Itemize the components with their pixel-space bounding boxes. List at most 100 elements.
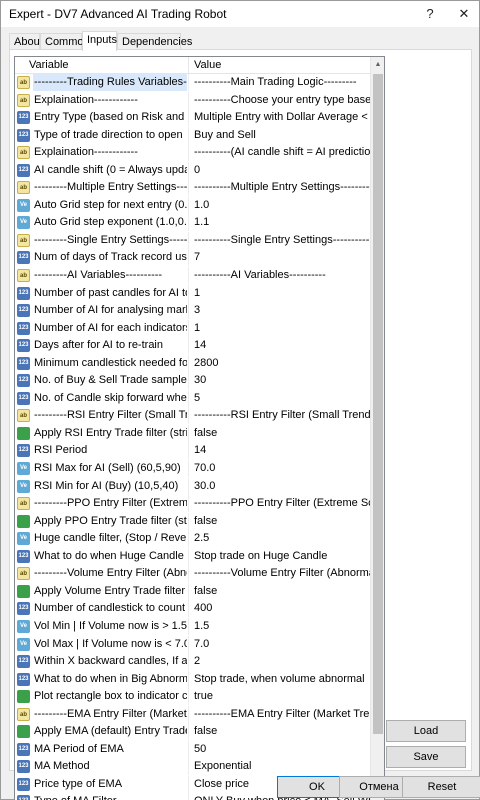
table-row[interactable]: Ve Vol Min | If Volume now is > 1.5x (by … xyxy=(15,617,370,636)
value-cell[interactable]: 7.0 xyxy=(189,636,370,653)
value-cell[interactable]: ----------EMA Entry Filter (Market Trend… xyxy=(189,706,370,723)
scroll-up-icon[interactable]: ▲ xyxy=(371,58,384,72)
variable-name-cell: Auto Grid step for next entry (0.5,0.5,1… xyxy=(34,198,187,211)
tab-about[interactable]: About xyxy=(9,33,43,50)
tab-common[interactable]: Common xyxy=(40,33,90,50)
table-row[interactable]: ab ---------AI Variables---------- -------… xyxy=(15,267,370,285)
table-row[interactable]: ab ---------EMA Entry Filter (Market Tren… xyxy=(15,705,370,724)
table-row[interactable]: 123 Days after for AI to re-train 14 xyxy=(15,337,370,355)
value-cell[interactable]: Multiple Entry with Dollar Average < HIG… xyxy=(189,109,370,126)
table-row[interactable]: Apply PPO Entry Trade filter (strictly f… xyxy=(15,512,370,531)
value-cell[interactable]: 1.5 xyxy=(189,618,370,635)
tab-dependencies[interactable]: Dependencies xyxy=(117,33,192,50)
tab-inputs[interactable]: Inputs xyxy=(82,31,117,51)
value-cell[interactable]: Exponential xyxy=(189,758,370,775)
column-divider[interactable] xyxy=(188,57,189,74)
table-row[interactable]: ab Explaination------------ ----------Choo… xyxy=(15,91,370,110)
value-cell[interactable]: ----------Multiple Entry Settings-------… xyxy=(189,179,370,196)
table-row[interactable]: 123 RSI Period 14 xyxy=(15,442,370,460)
load-button[interactable]: Load xyxy=(386,720,466,742)
integer-type-icon: 123 xyxy=(17,795,30,800)
table-row[interactable]: 123 AI candle shift (0 = Always update, 1… xyxy=(15,161,370,180)
value-cell[interactable]: 2800 xyxy=(189,355,370,372)
table-row[interactable]: 123 Num of days of Track record used by A… xyxy=(15,249,370,267)
value-cell[interactable]: ----------RSI Entry Filter (Small Trend)… xyxy=(189,407,370,424)
table-row[interactable]: 123 What to do when in Big Abnormal Vol..… xyxy=(15,670,370,689)
table-row[interactable]: 123 Minimum candlestick needed for back-.… xyxy=(15,354,370,373)
value-cell[interactable]: true xyxy=(189,688,370,705)
table-row[interactable]: Apply EMA (default) Entry Trade filter (… xyxy=(15,723,370,741)
value-cell[interactable]: 14 xyxy=(189,442,370,459)
value-cell[interactable]: ----------(AI candle shift = AI predicti… xyxy=(189,144,370,161)
table-row[interactable]: ab ---------Volume Entry Filter (Abnormal… xyxy=(15,565,370,583)
value-cell[interactable]: 1 xyxy=(189,320,370,337)
value-cell[interactable]: 1 xyxy=(189,285,370,302)
reset-button[interactable]: Reset xyxy=(402,776,480,798)
close-button[interactable]: ✕ xyxy=(453,4,475,24)
value-cell[interactable]: 30.0 xyxy=(189,478,370,495)
value-cell[interactable]: 2 xyxy=(189,653,370,670)
table-row[interactable]: Ve Huge candle filter, (Stop / Reverse) W… xyxy=(15,530,370,548)
table-row[interactable]: 123 No. of Candle skip forward when learn… xyxy=(15,389,370,408)
table-row[interactable]: 123 MA Period of EMA 50 xyxy=(15,740,370,759)
table-row[interactable]: Apply Volume Entry Trade filter (Stop tr… xyxy=(15,582,370,601)
value-cell[interactable]: ----------AI Variables---------- xyxy=(189,267,370,284)
value-cell[interactable]: false xyxy=(189,425,370,442)
integer-type-icon: 123 xyxy=(17,111,30,125)
column-header-value[interactable]: Value xyxy=(194,59,221,71)
value-cell[interactable]: 50 xyxy=(189,741,370,758)
table-row[interactable]: 123 What to do when Huge Candle comeStop … xyxy=(15,547,370,566)
table-row[interactable]: ab ---------Multiple Entry Settings-- ----… xyxy=(15,179,370,197)
table-row[interactable]: 123 No. of Buy & Sell Trade sample for AI… xyxy=(15,372,370,390)
table-row[interactable]: ab ---------RSI Entry Filter (Small Trend… xyxy=(15,407,370,425)
value-cell[interactable]: false xyxy=(189,723,370,740)
value-cell[interactable]: 3 xyxy=(189,302,370,319)
value-cell[interactable]: Buy and Sell xyxy=(189,127,370,144)
table-row[interactable]: Ve Vol Max | If Volume now is < 7.0x (by … xyxy=(15,635,370,654)
table-row[interactable]: Ve Auto Grid step for next entry (0.5,0.5… xyxy=(15,196,370,215)
column-header-variable[interactable]: Variable xyxy=(29,59,69,71)
table-row[interactable]: ab ---------PPO Entry Filter (Extreme Sca… xyxy=(15,495,370,513)
value-cell[interactable]: ----------Main Trading Logic--------- xyxy=(189,74,370,91)
value-cell[interactable]: ----------Single Entry Settings---------… xyxy=(189,232,370,249)
table-row[interactable]: ab Explaination------------ ----------(AI … xyxy=(15,144,370,162)
table-row[interactable]: 123 Type of trade direction to open Buy an… xyxy=(15,126,370,145)
value-cell[interactable]: ----------Choose your entry type based o… xyxy=(189,92,370,109)
value-cell[interactable]: Stop trade on Huge Candle xyxy=(189,548,370,565)
table-row[interactable]: Ve RSI Max for AI (Sell) (60,5,90) 70.0 xyxy=(15,460,370,478)
variable-name-cell: Apply PPO Entry Trade filter (strictly f… xyxy=(34,514,187,527)
value-cell[interactable]: 7 xyxy=(189,249,370,266)
table-row[interactable]: ab ---------Single Entry Settings----- ---… xyxy=(15,231,370,250)
value-cell[interactable]: 5 xyxy=(189,390,370,407)
help-button[interactable]: ? xyxy=(419,4,441,24)
value-cell[interactable]: Stop trade, when volume abnormal xyxy=(189,671,370,688)
save-button[interactable]: Save xyxy=(386,746,466,768)
integer-type-icon: 123 xyxy=(17,321,30,335)
table-row[interactable]: Ve Auto Grid step exponent (1.0,0.1,2) - … xyxy=(15,214,370,232)
table-row[interactable]: 123 MA Method Exponential xyxy=(15,758,370,776)
scrollbar-thumb[interactable] xyxy=(373,74,383,734)
value-cell[interactable]: ----------PPO Entry Filter (Extreme Scal… xyxy=(189,495,370,512)
value-cell[interactable]: 0 xyxy=(189,162,370,179)
value-cell[interactable]: 1.0 xyxy=(189,197,370,214)
value-cell[interactable]: 70.0 xyxy=(189,460,370,477)
table-row[interactable]: 123 Number of AI for each indicators (1,2… xyxy=(15,319,370,338)
table-row[interactable]: Plot rectangle box to indicator candles … xyxy=(15,688,370,706)
table-row[interactable]: 123 Number of past candles for AI to chec… xyxy=(15,284,370,303)
table-row[interactable]: ab ---------Trading Rules Variables- -----… xyxy=(15,74,370,92)
table-row[interactable]: 123 Within X backward candles, If any is … xyxy=(15,653,370,671)
value-cell[interactable]: 2.5 xyxy=(189,530,370,547)
value-cell[interactable]: 1.1 xyxy=(189,214,370,231)
value-cell[interactable]: 14 xyxy=(189,337,370,354)
table-row[interactable]: Ve RSI Min for AI (Buy) (10,5,40) 30.0 xyxy=(15,477,370,496)
value-cell[interactable]: false xyxy=(189,513,370,530)
table-row[interactable]: 123 Number of AI for analysing market tre… xyxy=(15,302,370,320)
table-row[interactable]: 123 Number of candlestick to count for av… xyxy=(15,600,370,618)
vertical-scrollbar[interactable]: ▲ ▼ xyxy=(370,57,384,800)
value-cell[interactable]: 30 xyxy=(189,372,370,389)
value-cell[interactable]: 400 xyxy=(189,600,370,617)
value-cell[interactable]: false xyxy=(189,583,370,600)
value-cell[interactable]: ----------Volume Entry Filter (Abnormal … xyxy=(189,565,370,582)
table-row[interactable]: Apply RSI Entry Trade filter (strictly f… xyxy=(15,424,370,443)
table-row[interactable]: 123 Entry Type (based on Risk and Trade .… xyxy=(15,109,370,127)
